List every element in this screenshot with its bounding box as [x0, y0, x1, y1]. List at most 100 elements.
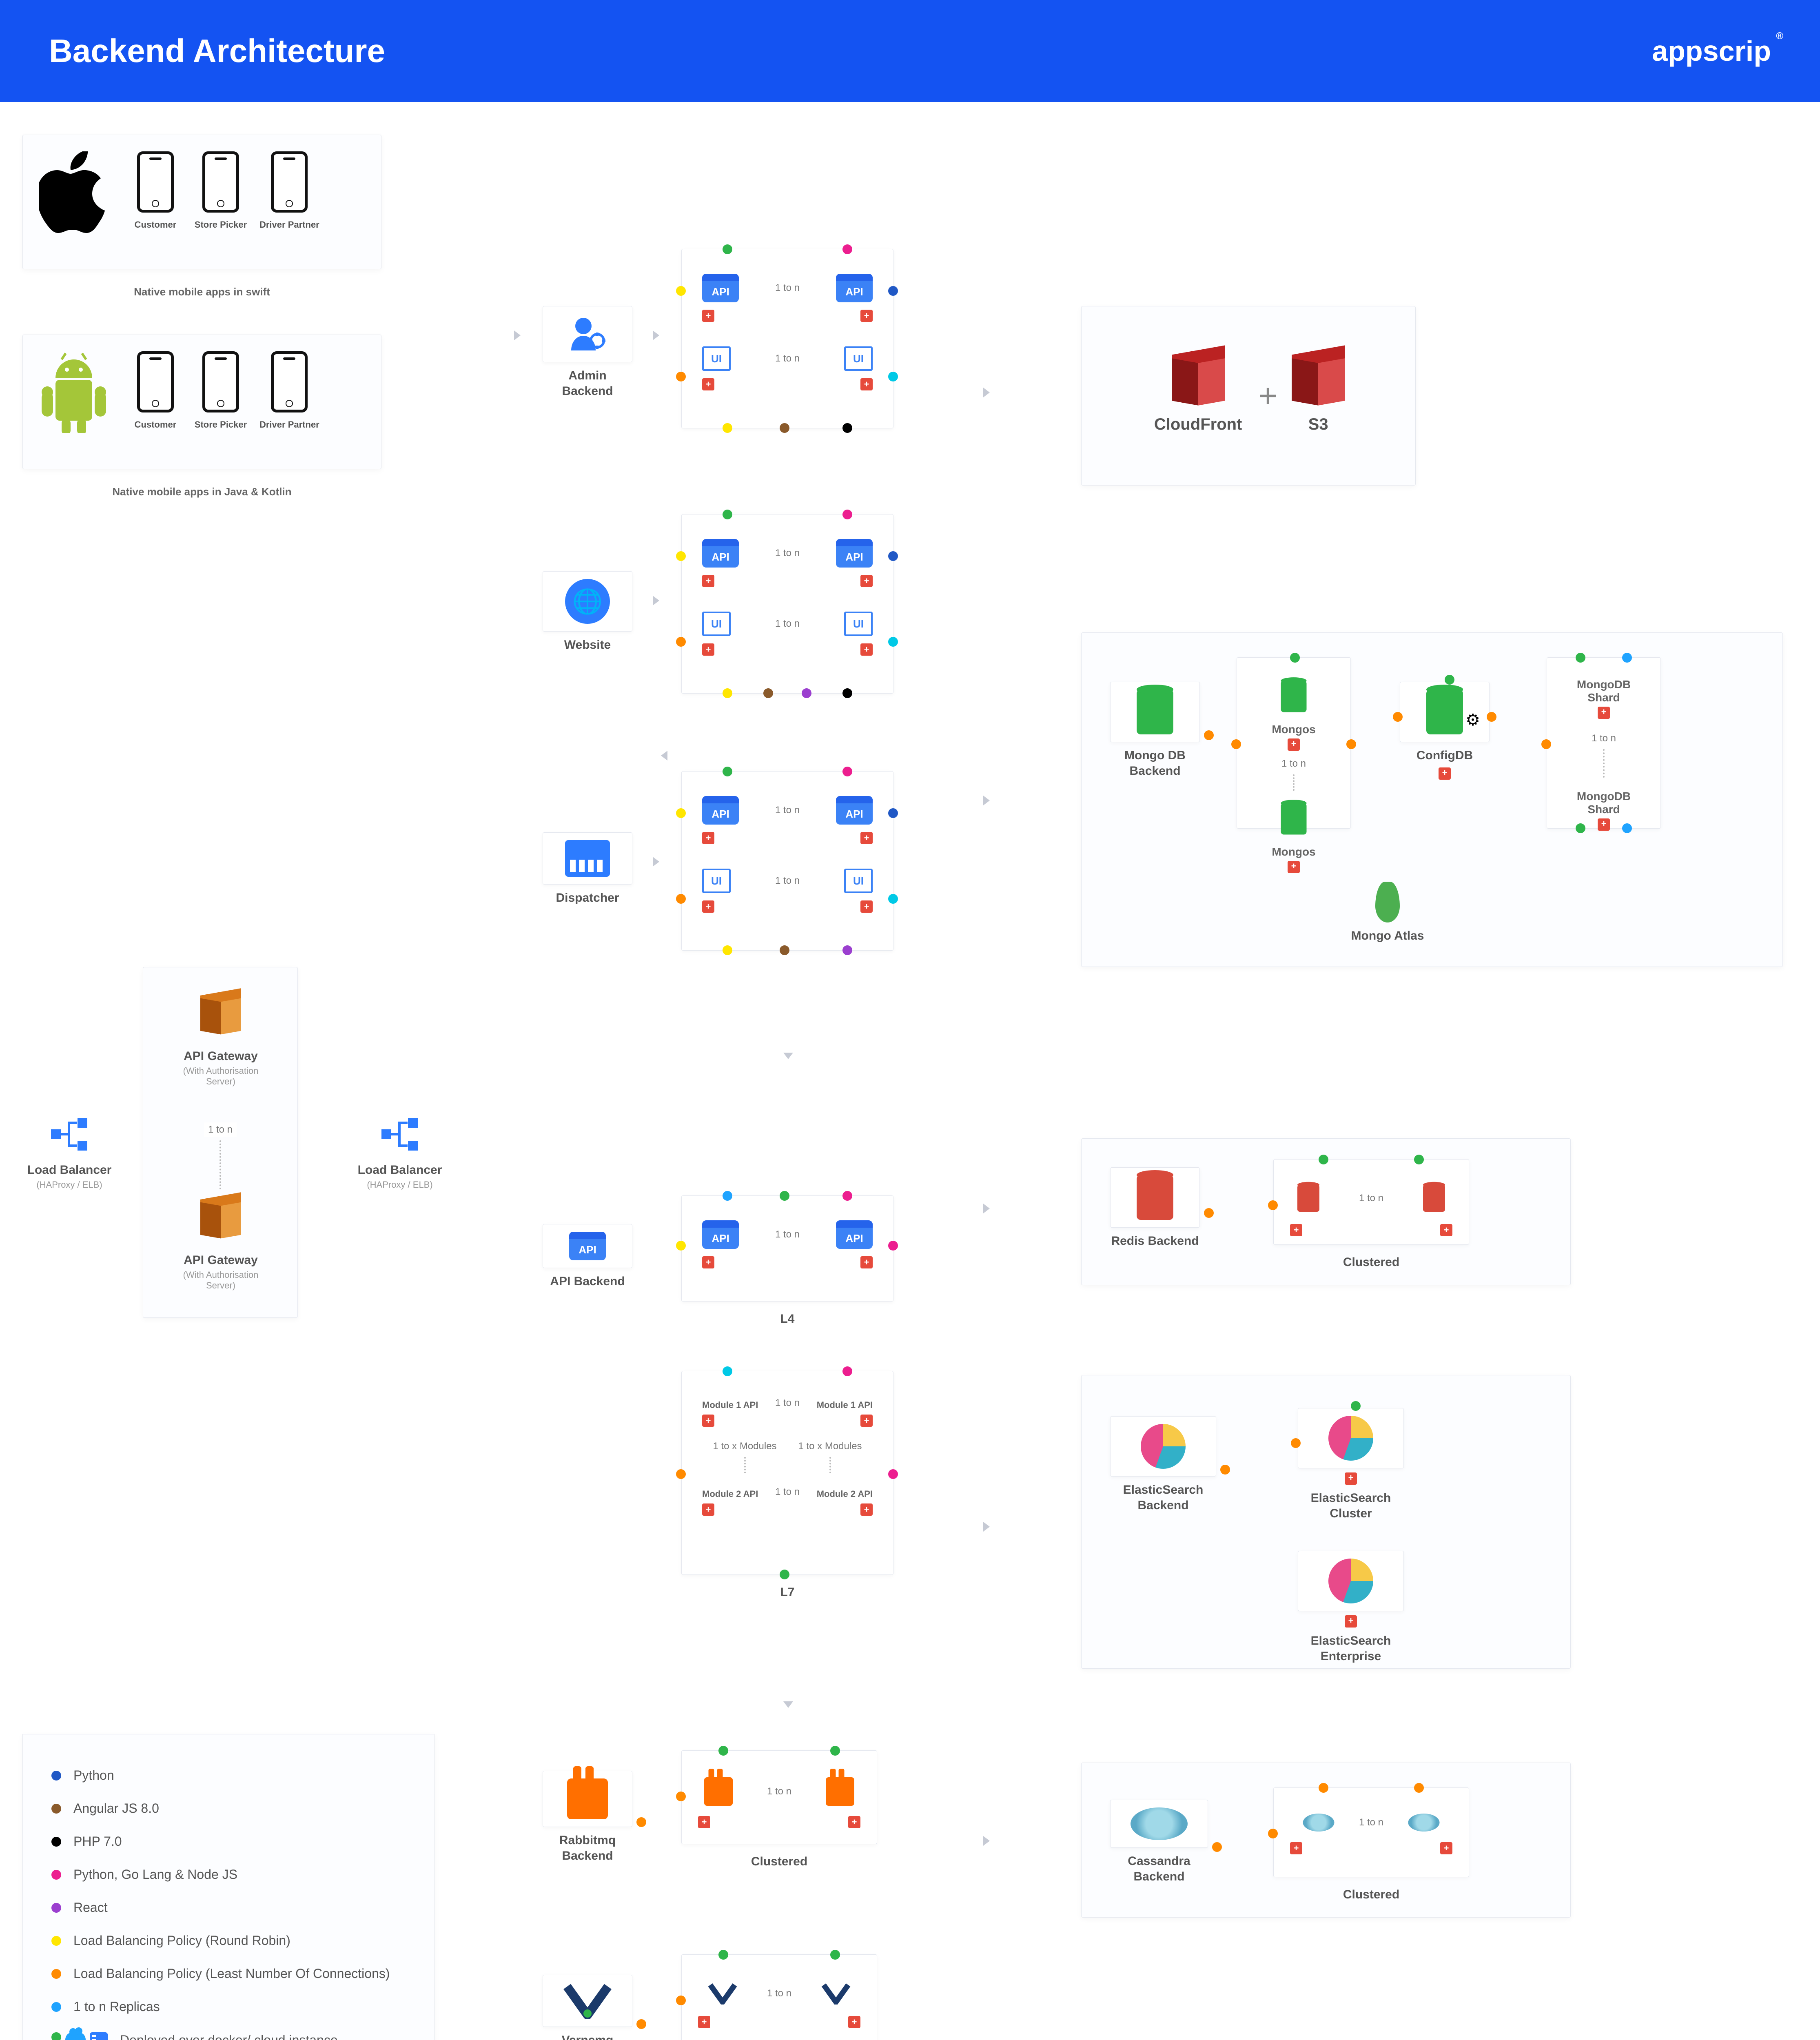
page-title: Backend Architecture: [49, 32, 385, 70]
website-cluster: API1 to nAPI ++ UI1 to nUI ++: [681, 514, 893, 694]
cloudfront-s3-card: CloudFront + S3: [1081, 306, 1416, 486]
dispatcher-node: Dispatcher: [543, 832, 632, 906]
server-icon: [90, 2032, 108, 2040]
lb-right: Load Balancer(HAProxy / ELB): [355, 1114, 445, 1190]
l7-label: L7: [681, 1579, 893, 1600]
apple-icon: [39, 151, 109, 233]
api-gateway-bottom: API Gateway(With Authorisation Server): [180, 1196, 262, 1291]
phone-icon: [137, 351, 174, 412]
arrow-icon: [983, 1204, 990, 1213]
arrow-icon: [514, 330, 521, 340]
ios-caption: Native mobile apps in swift: [22, 286, 381, 298]
phone-icon: [271, 351, 308, 412]
dashboard-icon: [565, 840, 610, 877]
cloudfront-icon: [1166, 350, 1230, 414]
rabbit-node: Rabbitmq Backend: [543, 1771, 632, 1863]
lb-left: Load Balancer(HAProxy / ELB): [24, 1114, 114, 1190]
android-apps-card: Customer Store Picker Driver Partner: [22, 335, 381, 469]
mongo-backend-node: Mongo DB Backend: [1110, 682, 1200, 778]
redis-cluster: 1 to n ++: [1273, 1159, 1469, 1245]
android-customer-app: Customer: [129, 351, 182, 430]
l4-label: L4: [681, 1306, 893, 1327]
cassandra-card: Cassandra Backend 1 to n ++ Clustered: [1081, 1763, 1571, 1918]
legend-react: React: [73, 1900, 108, 1915]
arrow-icon: [983, 388, 990, 397]
admin-cluster: API1 to nAPI ++ UI1 to nUI ++: [681, 249, 893, 428]
module1-b: Module 1 API: [817, 1400, 873, 1410]
rabbitmq-icon: [567, 1778, 608, 1819]
redis-backend-node: Redis Backend: [1110, 1167, 1200, 1249]
phone-icon: [202, 351, 239, 412]
android-caption: Native mobile apps in Java & Kotlin: [22, 486, 381, 498]
ios-driver-app: Driver Partner: [259, 151, 319, 230]
cloudfront-node: CloudFront: [1154, 357, 1242, 435]
range-label: 1 to n: [204, 1122, 237, 1137]
header: Backend Architecture appscrip: [0, 0, 1820, 102]
mongo-leaf-icon: [1375, 882, 1400, 922]
brand-logo: appscrip: [1652, 35, 1771, 67]
module2-b: Module 2 API: [817, 1489, 873, 1499]
cassandra-cluster: 1 to n ++: [1273, 1787, 1469, 1877]
legend-replicas: 1 to n Replicas: [73, 1999, 160, 2014]
mongo-atlas-node: Mongo Atlas: [1343, 882, 1432, 944]
arrow-icon: [653, 596, 659, 605]
legend: Python Angular JS 8.0 PHP 7.0 Python, Go…: [22, 1734, 434, 2040]
database-icon: [1137, 690, 1173, 734]
module1-a: Module 1 API: [702, 1400, 758, 1410]
legend-docker: Deployed over docker/ cloud instance: [120, 2033, 338, 2040]
es-cluster-node: + ElasticSearch Cluster: [1298, 1408, 1404, 1521]
es-enterprise-node: + ElasticSearch Enterprise: [1298, 1551, 1404, 1664]
aws-gateway-icon: [196, 992, 245, 1041]
legend-angular: Angular JS 8.0: [73, 1801, 159, 1816]
redis-icon: [1137, 1175, 1173, 1220]
dispatcher-cluster: API1 to nAPI ++ UI1 to nUI ++: [681, 771, 893, 951]
es-card: ElasticSearch Backend + ElasticSearch Cl…: [1081, 1375, 1571, 1669]
load-balancer-icon: [49, 1114, 90, 1155]
arrow-icon: [983, 1522, 990, 1532]
arrow-icon: [653, 857, 659, 867]
globe-icon: 🌐: [565, 579, 610, 624]
cassandra-backend-node: Cassandra Backend: [1110, 1800, 1208, 1884]
arrow-icon: [983, 1836, 990, 1846]
es-backend-node: ElasticSearch Backend: [1110, 1416, 1216, 1513]
l7-cluster: Module 1 API1 to nModule 1 API ++ 1 to x…: [681, 1371, 893, 1575]
plus-sign: +: [1258, 377, 1277, 415]
phone-icon: [137, 151, 174, 213]
arrow-icon: [661, 751, 667, 761]
shard-cluster: MongoDB Shard+ 1 to n MongoDB Shard+: [1547, 657, 1661, 829]
api-icon: API: [569, 1232, 606, 1260]
l4-cluster: API1 to nAPI ++: [681, 1195, 893, 1302]
android-icon: [39, 351, 109, 433]
api-gateway-card: API Gateway(With Authorisation Server) 1…: [143, 967, 298, 1318]
legend-multi-lang: Python, Go Lang & Node JS: [73, 1867, 237, 1882]
elasticsearch-icon: [1141, 1424, 1186, 1469]
s3-icon: [1286, 350, 1350, 414]
configdb-node: ⚙ ConfigDB +: [1400, 682, 1490, 780]
api-backend-node: API API Backend: [543, 1224, 632, 1289]
legend-rr: Load Balancing Policy (Round Robin): [73, 1933, 290, 1948]
arrow-icon: [783, 1701, 793, 1708]
ios-apps-card: Customer Store Picker Driver Partner: [22, 135, 381, 269]
redis-card: Redis Backend 1 to n ++ Clustered: [1081, 1138, 1571, 1285]
module2-a: Module 2 API: [702, 1489, 758, 1499]
legend-lc: Load Balancing Policy (Least Number Of C…: [73, 1966, 390, 1981]
vernemq-icon: [563, 1982, 612, 2019]
website-node: 🌐 Website: [543, 571, 632, 653]
ios-customer-app: Customer: [129, 151, 182, 230]
legend-php: PHP 7.0: [73, 1834, 122, 1849]
cloud-icon: [65, 2032, 86, 2040]
android-driver-app: Driver Partner: [259, 351, 319, 430]
s3-node: S3: [1294, 357, 1343, 435]
phone-icon: [202, 151, 239, 213]
mongo-card: Mongo DB Backend Mongos+ 1 to n Mongos+ …: [1081, 632, 1783, 967]
diagram-canvas: Customer Store Picker Driver Partner Nat…: [0, 102, 1820, 2040]
load-balancer-icon: [379, 1114, 420, 1155]
arrow-icon: [653, 330, 659, 340]
legend-python: Python: [73, 1768, 114, 1783]
verne-node: Vernemq Backend: [543, 1975, 632, 2040]
android-picker-app: Store Picker: [194, 351, 247, 430]
elasticsearch-icon: [1328, 1559, 1373, 1603]
cassandra-icon: [1131, 1807, 1188, 1840]
database-icon: [1426, 690, 1463, 734]
verne-cluster: 1 to n ++: [681, 1954, 877, 2040]
